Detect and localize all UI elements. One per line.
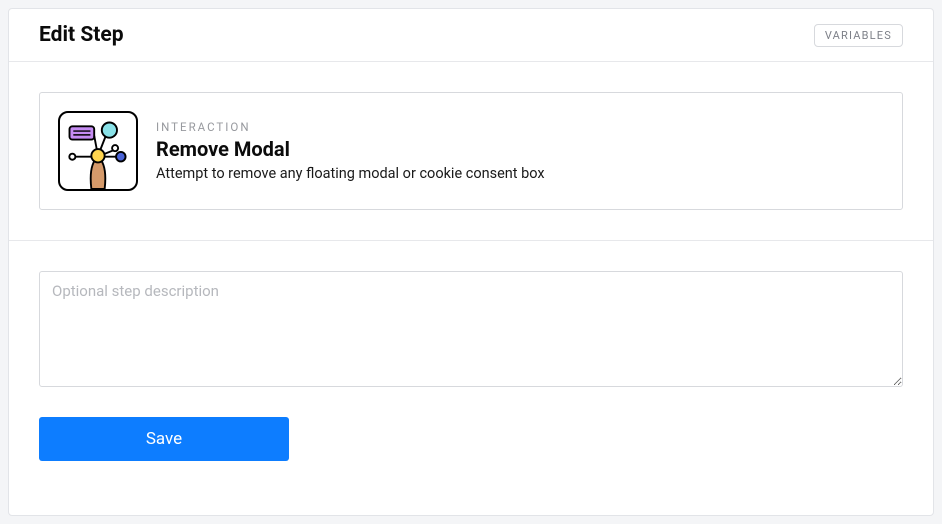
page-title: Edit Step: [39, 23, 124, 47]
step-description: Attempt to remove any floating modal or …: [156, 165, 545, 182]
variables-button[interactable]: VARIABLES: [814, 24, 903, 47]
step-category-label: INTERACTION: [156, 120, 545, 134]
save-button[interactable]: Save: [39, 417, 289, 461]
form-section: Save: [9, 241, 933, 489]
step-card-text: INTERACTION Remove Modal Attempt to remo…: [156, 120, 545, 182]
panel-header: Edit Step VARIABLES: [9, 9, 933, 62]
edit-step-panel: Edit Step VARIABLES: [8, 8, 934, 516]
step-summary-section: INTERACTION Remove Modal Attempt to remo…: [9, 62, 933, 241]
step-card[interactable]: INTERACTION Remove Modal Attempt to remo…: [39, 92, 903, 210]
step-description-input[interactable]: [39, 271, 903, 387]
step-title: Remove Modal: [156, 137, 545, 161]
remove-modal-icon: [58, 111, 138, 191]
